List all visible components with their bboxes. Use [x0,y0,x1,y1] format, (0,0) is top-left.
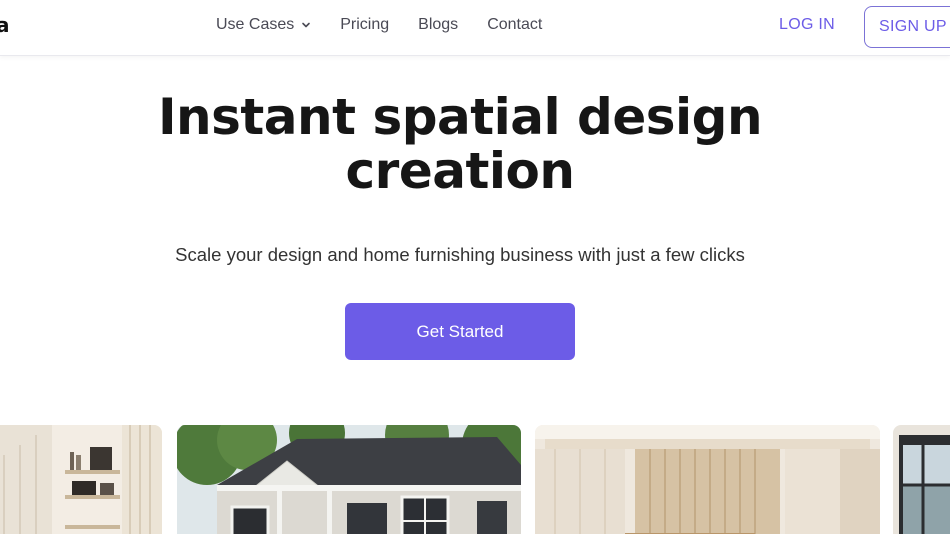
signup-button[interactable]: SIGN UP [864,6,950,48]
site-header: a Use Cases Pricing Blogs Contact LOG IN… [0,0,950,56]
nav-use-cases[interactable]: Use Cases [216,16,311,34]
logo[interactable]: a [0,13,10,37]
get-started-button[interactable]: Get Started [345,303,575,360]
main-nav: Use Cases Pricing Blogs Contact [216,16,542,34]
hero-title: Instant spatial design creation [0,90,920,198]
window-room-image[interactable] [893,425,950,534]
hero-title-line-1: Instant spatial design [157,88,763,146]
nav-contact[interactable]: Contact [487,16,542,34]
nav-pricing[interactable]: Pricing [340,16,389,34]
house-exterior-image[interactable] [177,425,521,534]
nav-use-cases-label: Use Cases [216,16,295,33]
hero-title-line-2: creation [345,142,575,200]
login-link[interactable]: LOG IN [779,16,835,34]
living-room-image[interactable] [535,425,880,534]
nav-blogs[interactable]: Blogs [418,16,458,34]
hero-subtitle: Scale your design and home furnishing bu… [175,244,745,265]
chevron-down-icon [302,22,311,28]
interior-shelving-image[interactable] [0,425,162,534]
